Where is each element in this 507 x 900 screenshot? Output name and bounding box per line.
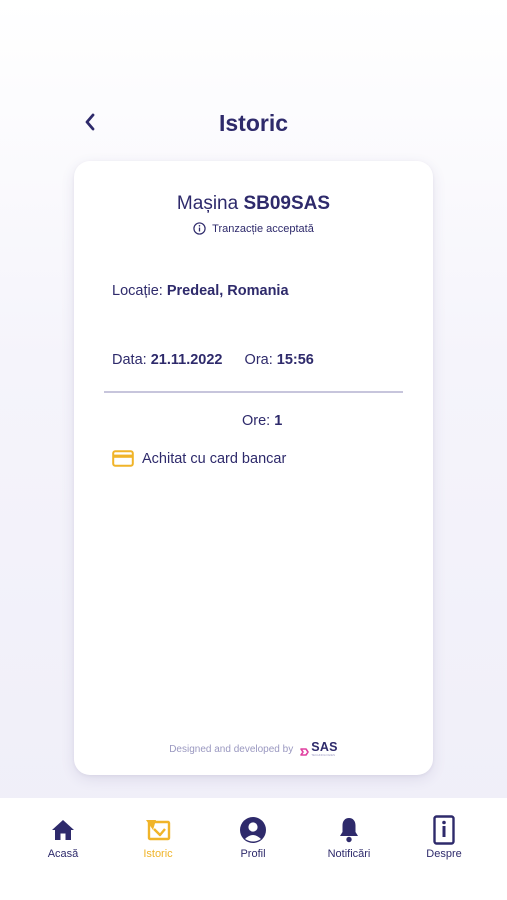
nav-item-notifications[interactable]: Notificări	[309, 816, 389, 860]
credit-footer: Designed and developed by SAS TECHNOLOGI…	[74, 741, 433, 757]
nav-label-about: Despre	[426, 848, 462, 860]
time-value: 15:56	[276, 352, 314, 368]
car-line: Mașina SB09SAS	[74, 193, 433, 215]
location-value: Predeal, Romania	[166, 283, 289, 299]
location-row: Locație: Predeal, Romania	[112, 283, 289, 299]
time-label: Ora:	[244, 352, 273, 368]
date-time-row: Data: 21.11.2022 Ora: 15:56	[112, 352, 314, 368]
transaction-card: Mașina SB09SAS Tranzacție acceptată Loca…	[74, 161, 433, 775]
status-text: Tranzacție acceptată	[212, 222, 314, 235]
transaction-status: Tranzacție acceptată	[74, 222, 433, 235]
date-value: 21.11.2022	[150, 352, 223, 368]
nav-item-home[interactable]: Acasă	[23, 816, 103, 860]
sas-logo: SAS TECHNOLOGIES	[299, 741, 338, 757]
date-label: Data:	[112, 352, 147, 368]
nav-label-profile: Profil	[240, 848, 266, 860]
header: Istoric	[0, 104, 507, 144]
nav-item-profile[interactable]: Profil	[213, 816, 293, 860]
location-label: Locație:	[112, 283, 163, 299]
car-label: Mașina	[176, 193, 239, 214]
page-title: Istoric	[218, 110, 289, 136]
history-icon	[144, 816, 172, 844]
hours-label: Ore:	[242, 413, 271, 429]
sas-logo-text: SAS	[311, 740, 338, 754]
info-icon	[193, 222, 206, 235]
hours-value: 1	[274, 413, 283, 429]
nav-label-notifications: Notificări	[327, 848, 371, 860]
profile-icon	[239, 816, 267, 844]
bottom-nav: Acasă Istoric Profil Notificări Despre	[0, 798, 507, 900]
sas-logo-subtext: TECHNOLOGIES	[311, 753, 336, 757]
nav-label-home: Acasă	[47, 848, 79, 860]
bell-icon	[335, 816, 363, 844]
divider	[104, 391, 403, 393]
credit-text: Designed and developed by	[169, 743, 294, 755]
car-plate: SB09SAS	[243, 193, 331, 214]
payment-text: Achitat cu card bancar	[142, 450, 287, 467]
sas-logo-icon	[300, 748, 309, 756]
payment-method: Achitat cu card bancar	[112, 450, 286, 467]
about-icon	[430, 815, 458, 845]
nav-item-about[interactable]: Despre	[404, 815, 484, 860]
home-icon	[49, 816, 77, 844]
nav-item-history[interactable]: Istoric	[118, 816, 198, 860]
hours-row: Ore: 1	[242, 413, 282, 429]
credit-card-icon	[112, 450, 134, 467]
nav-label-history: Istoric	[143, 848, 173, 860]
